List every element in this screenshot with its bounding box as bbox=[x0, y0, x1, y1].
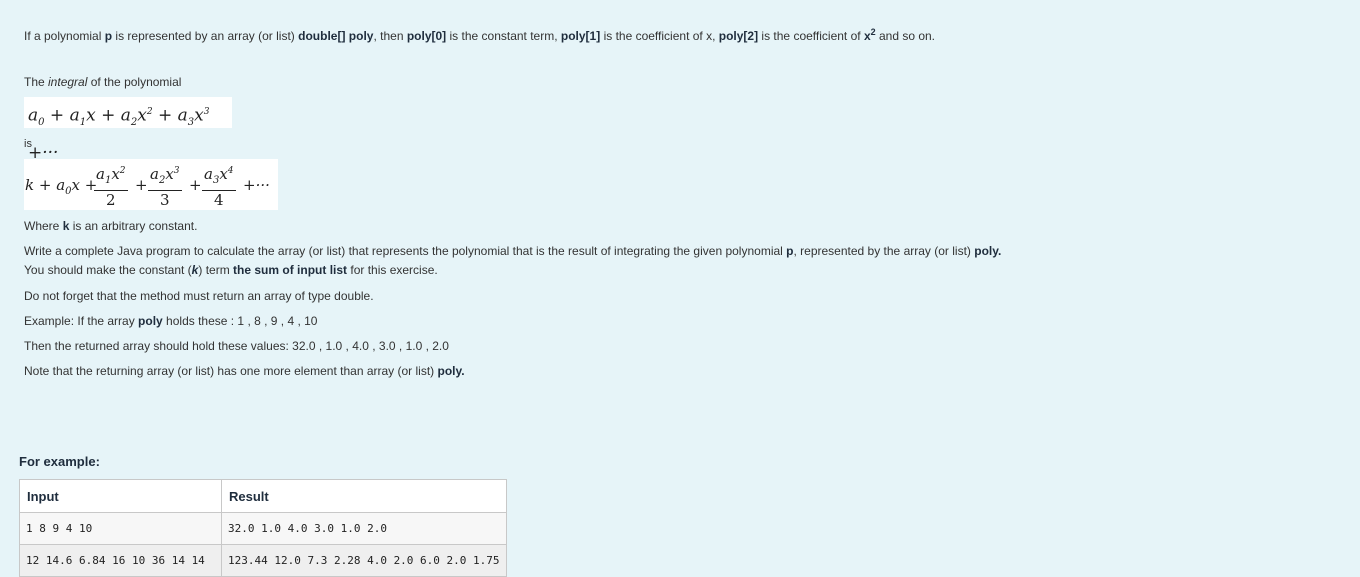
result-cell: 123.44 12.0 7.3 2.28 4.0 2.0 6.0 2.0 1.7… bbox=[221, 544, 507, 577]
examples-table: Input Result 1 8 9 4 10 32.0 1.0 4.0 3.0… bbox=[19, 479, 507, 577]
table-header-row: Input Result bbox=[19, 479, 507, 513]
table-row: 12 14.6 6.84 16 10 36 14 14 123.44 12.0 … bbox=[19, 544, 507, 577]
is-label: is bbox=[24, 138, 32, 150]
table-row: 1 8 9 4 10 32.0 1.0 4.0 3.0 1.0 2.0 bbox=[19, 512, 507, 545]
intro-paragraph: If a polynomial p is represented by an a… bbox=[24, 27, 936, 43]
constant-note: Where k is an arbitrary constant. bbox=[24, 219, 198, 233]
task-paragraph: Write a complete Java program to calcula… bbox=[24, 244, 1002, 277]
input-cell: 1 8 9 4 10 bbox=[19, 512, 222, 545]
column-header-input: Input bbox=[19, 479, 222, 513]
return-type-note: Do not forget that the method must retur… bbox=[24, 289, 374, 303]
example-statement: Example: If the array poly holds these :… bbox=[24, 314, 318, 328]
column-header-result: Result bbox=[221, 479, 507, 513]
examples-title: For example: bbox=[19, 454, 100, 469]
result-cell: 32.0 1.0 4.0 3.0 1.0 2.0 bbox=[221, 512, 507, 545]
integral-heading: The integral of the polynomial bbox=[24, 75, 182, 89]
length-note: Note that the returning array (or list) … bbox=[24, 364, 465, 378]
input-cell: 12 14.6 6.84 16 10 36 14 14 bbox=[19, 544, 222, 577]
polynomial-formula: a0 + a1x + a2x2 + a3x3 +··· bbox=[24, 97, 232, 163]
integral-formula: k + a0x + a1x2 2 + a2x3 3 + a3x4 4 +··· bbox=[24, 159, 278, 210]
returned-values-statement: Then the returned array should hold thes… bbox=[24, 339, 449, 353]
